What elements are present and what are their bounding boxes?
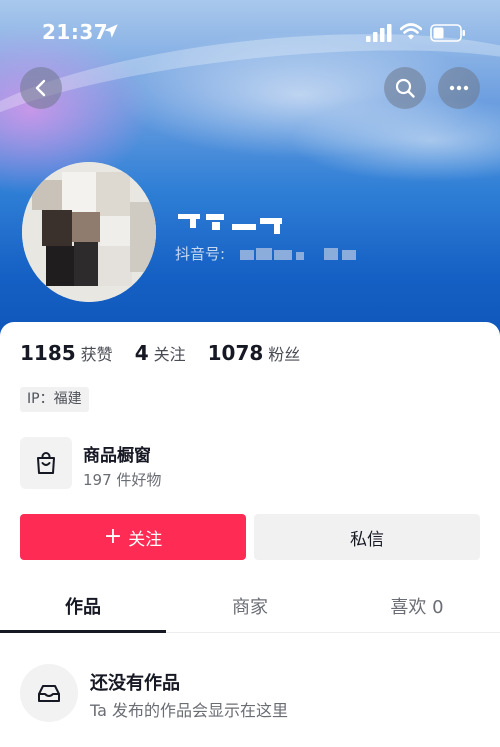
likes-count[interactable]: 1185 [20,341,76,365]
shop-window-count: 197 件好物 [83,471,162,489]
wifi-icon [400,23,422,40]
shopping-bag-icon [37,452,55,474]
douyin-id-redacted [240,246,360,262]
douyin-id-label: 抖音号: [175,245,226,263]
follow-button[interactable]: + 关注 [20,514,246,560]
active-tab-indicator [0,630,166,633]
tab-merchant[interactable]: 商家 [167,585,333,633]
empty-inbox-icon-container [20,664,78,722]
status-time: 21:37 [42,20,109,44]
ip-location-tag: IP：福建 [20,387,89,412]
message-button-label: 私信 [350,529,384,550]
shop-window-entry[interactable] [20,437,72,489]
more-dots-icon [449,85,469,91]
tab-likes[interactable]: 喜欢 0 [334,585,500,633]
following-count[interactable]: 4 [135,341,149,365]
search-icon [395,78,415,98]
likes-label: 获赞 [80,345,113,364]
message-button[interactable]: 私信 [254,514,480,560]
avatar[interactable] [22,162,156,302]
tab-works[interactable]: 作品 [0,585,166,633]
empty-state-title: 还没有作品 [90,673,180,694]
search-button[interactable] [384,67,426,109]
back-button[interactable] [20,67,62,109]
followers-count[interactable]: 1078 [208,341,264,365]
status-bar: 21:37 [0,0,500,64]
inbox-tray-icon [38,685,60,702]
location-arrow-icon [104,24,118,38]
more-options-button[interactable] [438,67,480,109]
battery-icon [430,24,465,42]
plus-icon: + [103,524,123,549]
chevron-left-icon [35,79,46,97]
follow-button-label: 关注 [128,529,163,550]
empty-state-subtitle: Ta 发布的作品会显示在这里 [90,701,289,720]
cellular-signal-icon [366,24,392,42]
profile-tabs: 作品 商家 喜欢 0 [0,585,500,633]
nickname-redacted [176,210,286,238]
followers-label: 粉丝 [268,345,301,364]
following-label: 关注 [153,345,186,364]
shop-window-title[interactable]: 商品橱窗 [83,441,151,466]
profile-stats: 1185 获赞 4 关注 1078 粉丝 [20,341,322,365]
